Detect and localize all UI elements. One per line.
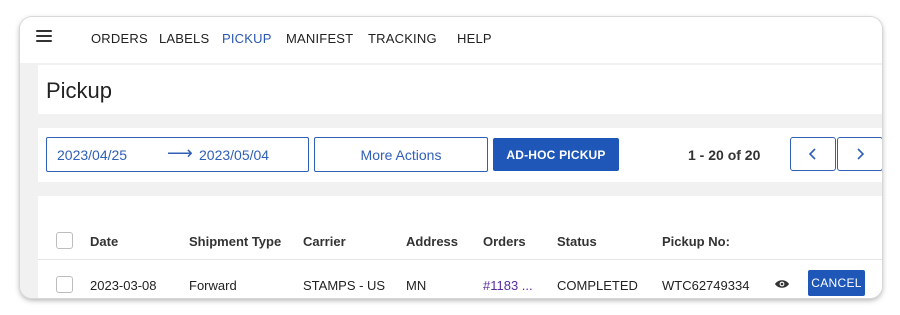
date-from: 2023/04/25 xyxy=(57,147,128,163)
date-range-picker[interactable]: 2023/04/25 ⟶ 2023/05/04 xyxy=(46,137,309,172)
top-nav: ORDERS LABELS PICKUP MANIFEST TRACKING H… xyxy=(20,17,882,63)
column-header: Orders xyxy=(483,234,526,249)
column-header: Date xyxy=(90,234,119,249)
cell-orders-link[interactable]: #1183 ... xyxy=(483,278,533,293)
chevron-left-icon xyxy=(808,148,816,160)
nav-manifest[interactable]: MANIFEST xyxy=(286,31,353,46)
next-page-button[interactable] xyxy=(837,137,882,171)
column-header: Pickup No: xyxy=(662,234,730,249)
toolbar: 2023/04/25 ⟶ 2023/05/04 More Actions AD-… xyxy=(38,128,882,182)
select-all-checkbox[interactable] xyxy=(56,232,73,249)
pagination-text: 1 - 20 of 20 xyxy=(688,147,761,163)
hamburger-menu-icon[interactable] xyxy=(36,30,52,42)
nav-tracking[interactable]: TRACKING xyxy=(368,31,437,46)
cancel-button[interactable]: CANCEL xyxy=(808,270,865,296)
column-header: Address xyxy=(406,234,459,249)
row-checkbox[interactable] xyxy=(56,276,73,293)
cell-address: MN xyxy=(406,278,427,293)
column-header: Carrier xyxy=(303,234,346,249)
date-to: 2023/05/04 xyxy=(199,147,270,163)
title-card: Pickup xyxy=(38,65,882,114)
prev-page-button[interactable] xyxy=(790,137,836,171)
pickup-table: Date Shipment Type Carrier Address Order… xyxy=(38,196,882,298)
cell-shipment-type: Forward xyxy=(189,278,237,293)
column-header: Status xyxy=(557,234,597,249)
arrow-right-icon: ⟶ xyxy=(167,143,193,163)
cell-pickup-no: WTC62749334 xyxy=(662,278,750,293)
adhoc-pickup-button[interactable]: AD-HOC PICKUP xyxy=(493,138,619,171)
nav-labels[interactable]: LABELS xyxy=(159,31,209,46)
cell-carrier: STAMPS - US xyxy=(303,278,386,293)
cell-date: 2023-03-08 xyxy=(90,278,157,293)
more-actions-button[interactable]: More Actions xyxy=(314,137,488,172)
column-header: Shipment Type xyxy=(189,234,282,249)
page-title: Pickup xyxy=(46,78,113,103)
chevron-right-icon xyxy=(857,148,865,160)
app-window: ORDERS LABELS PICKUP MANIFEST TRACKING H… xyxy=(20,17,882,298)
nav-orders[interactable]: ORDERS xyxy=(91,31,148,46)
cell-status: COMPLETED xyxy=(557,278,638,293)
eye-icon[interactable] xyxy=(774,278,790,290)
row-divider xyxy=(38,259,882,260)
nav-pickup[interactable]: PICKUP xyxy=(222,31,272,46)
nav-help[interactable]: HELP xyxy=(457,31,492,46)
